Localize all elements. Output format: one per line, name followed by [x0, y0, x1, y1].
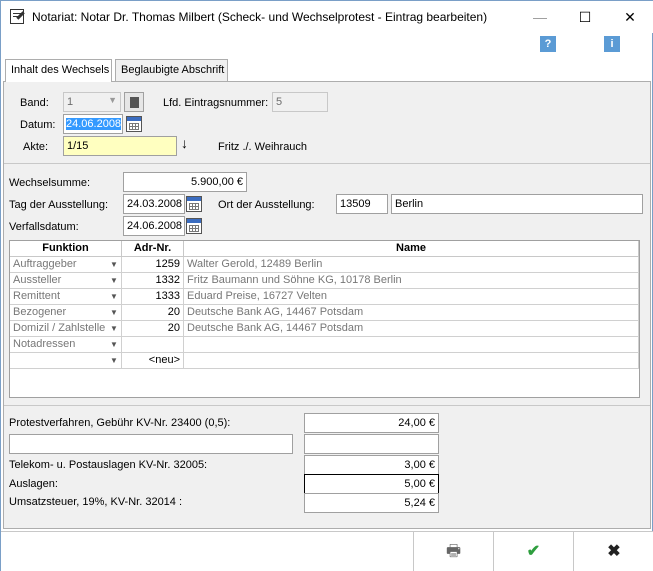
chevron-down-icon[interactable]: ▼	[108, 259, 120, 270]
col-header-adr[interactable]: Adr-Nr.	[122, 241, 184, 257]
table-row-adr[interactable]: 20	[122, 321, 184, 337]
table-row-adr[interactable]	[122, 337, 184, 353]
checkmark-icon: ✔	[526, 543, 541, 560]
wechselsumme-label: Wechselsumme:	[9, 177, 91, 189]
funktion-text: Domizil / Zahlstelle	[13, 322, 106, 334]
funktion-text: Remittent	[13, 290, 61, 302]
ust-value-field[interactable]: 5,24 €	[304, 493, 439, 513]
table-row-funktion[interactable]: ▼	[10, 353, 122, 369]
title-bar: Notariat: Notar Dr. Thomas Milbert (Sche…	[1, 1, 653, 33]
table-row-funktion[interactable]: Notadressen ▼	[10, 337, 122, 353]
band-value: 1	[67, 96, 74, 108]
info-icon[interactable]: i	[604, 36, 620, 52]
akte-field[interactable]: 1/15	[63, 136, 177, 156]
tab-inhalt-des-wechsels[interactable]: Inhalt des Wechsels	[5, 59, 112, 82]
ust-label: Umsatzsteuer, 19%, KV-Nr. 32014 :	[9, 496, 183, 508]
akte-label: Akte:	[23, 141, 49, 153]
funktion-text: Bezogener	[13, 306, 67, 318]
table-row-name[interactable]: Fritz Baumann und Söhne KG, 10178 Berlin	[184, 273, 639, 289]
table-row-adr-new[interactable]: <neu>	[122, 353, 184, 369]
col-header-funktion[interactable]: Funktion	[10, 241, 122, 257]
ort-label: Ort der Ausstellung:	[218, 199, 315, 211]
funktion-text: Auftraggeber	[13, 258, 77, 270]
datum-label: Datum:	[20, 119, 56, 131]
separator	[4, 163, 650, 164]
table-row-adr[interactable]: 1259	[122, 257, 184, 273]
cross-icon: ✖	[607, 543, 621, 560]
verfall-label: Verfallsdatum:	[9, 221, 79, 233]
help-icon[interactable]: ?	[540, 36, 556, 52]
extra-text-field[interactable]	[9, 434, 293, 454]
chevron-down-icon[interactable]: ▼	[108, 339, 120, 350]
document-icon	[130, 97, 139, 108]
lfd-field[interactable]: 5	[272, 92, 328, 112]
ort-name-field[interactable]: Berlin	[391, 194, 643, 214]
table-row-name[interactable]: Deutsche Bank AG, 14467 Potsdam	[184, 321, 639, 337]
chevron-down-icon[interactable]: ▼	[108, 355, 120, 366]
table-row-adr[interactable]: 1332	[122, 273, 184, 289]
datum-value: 24.06.2008	[66, 118, 122, 130]
table-row-funktion[interactable]: Domizil / Zahlstelle ▼	[10, 321, 122, 337]
chevron-down-icon[interactable]: ▼	[108, 275, 120, 286]
ort-plz-field[interactable]: 13509	[336, 194, 388, 214]
wechselsumme-field[interactable]: 5.900,00 €	[123, 172, 247, 192]
verfall-field[interactable]: 24.06.2008	[123, 216, 185, 236]
close-button[interactable]: ✕	[610, 6, 650, 28]
telekom-value-field[interactable]: 3,00 €	[304, 455, 439, 475]
separator	[4, 405, 650, 406]
dialog-window: Notariat: Notar Dr. Thomas Milbert (Sche…	[0, 0, 653, 571]
button-bar: 🖶 ✔ ✖	[1, 531, 653, 571]
main-panel: Band: 1 ▼ Lfd. Eintragsnummer: 5 Datum: …	[3, 81, 651, 529]
tag-label: Tag der Ausstellung:	[9, 199, 109, 211]
extra-value-field[interactable]	[304, 434, 439, 454]
window-title: Notariat: Notar Dr. Thomas Milbert (Sche…	[32, 10, 488, 24]
table-row-name[interactable]: Eduard Preise, 16727 Velten	[184, 289, 639, 305]
table-row-funktion[interactable]: Bezogener ▼	[10, 305, 122, 321]
table-row-adr[interactable]: 1333	[122, 289, 184, 305]
akte-arrow-icon[interactable]: ↓	[181, 135, 188, 151]
protest-value-field[interactable]: 24,00 €	[304, 413, 439, 433]
chevron-down-icon[interactable]: ▼	[108, 323, 120, 334]
table-row-name[interactable]	[184, 337, 639, 353]
maximize-button[interactable]: ☐	[565, 6, 605, 28]
document-button[interactable]	[124, 92, 144, 112]
telekom-label: Telekom- u. Postauslagen KV-Nr. 32005:	[9, 459, 208, 471]
table-row-name[interactable]	[184, 353, 639, 369]
verfall-calendar-icon[interactable]	[186, 218, 202, 234]
tab-bar: Inhalt des Wechsels Beglaubigte Abschrif…	[3, 59, 652, 82]
minimize-button[interactable]: —	[520, 6, 560, 28]
table-row-funktion[interactable]: Aussteller ▼	[10, 273, 122, 289]
tab-beglaubigte-abschrift[interactable]: Beglaubigte Abschrift	[115, 59, 228, 81]
table-row-funktion[interactable]: Remittent ▼	[10, 289, 122, 305]
chevron-down-icon[interactable]: ▼	[108, 307, 120, 318]
datum-calendar-icon[interactable]	[126, 116, 142, 132]
band-select[interactable]: 1 ▼	[63, 92, 121, 112]
parties-table: Funktion Adr-Nr. Name Auftraggeber ▼ 1259…	[9, 240, 640, 398]
auslagen-value-field[interactable]: 5,00 €	[304, 474, 439, 494]
protest-label: Protestverfahren, Gebühr KV-Nr. 23400 (0…	[9, 417, 231, 429]
datum-field[interactable]: 24.06.2008	[63, 114, 123, 134]
chevron-down-icon[interactable]: ▼	[108, 291, 120, 302]
col-header-name[interactable]: Name	[184, 241, 639, 257]
table-row-name[interactable]: Walter Gerold, 12489 Berlin	[184, 257, 639, 273]
ok-button[interactable]: ✔	[493, 532, 573, 571]
edit-document-icon	[10, 9, 25, 24]
tag-field[interactable]: 24.03.2008	[123, 194, 185, 214]
akte-parties: Fritz ./. Weihrauch	[218, 141, 308, 153]
lfd-label: Lfd. Eintragsnummer:	[163, 97, 269, 109]
table-row-name[interactable]: Deutsche Bank AG, 14467 Potsdam	[184, 305, 639, 321]
tag-calendar-icon[interactable]	[186, 196, 202, 212]
printer-icon: 🖶	[445, 543, 462, 560]
print-button[interactable]: 🖶	[413, 532, 493, 571]
chevron-down-icon: ▼	[108, 95, 117, 105]
table-row-adr[interactable]: 20	[122, 305, 184, 321]
band-label: Band:	[20, 97, 49, 109]
funktion-text: Aussteller	[13, 274, 62, 286]
cancel-button[interactable]: ✖	[573, 532, 653, 571]
auslagen-label: Auslagen:	[9, 478, 58, 490]
table-row-funktion[interactable]: Auftraggeber ▼	[10, 257, 122, 273]
funktion-text: Notadressen	[13, 338, 76, 350]
